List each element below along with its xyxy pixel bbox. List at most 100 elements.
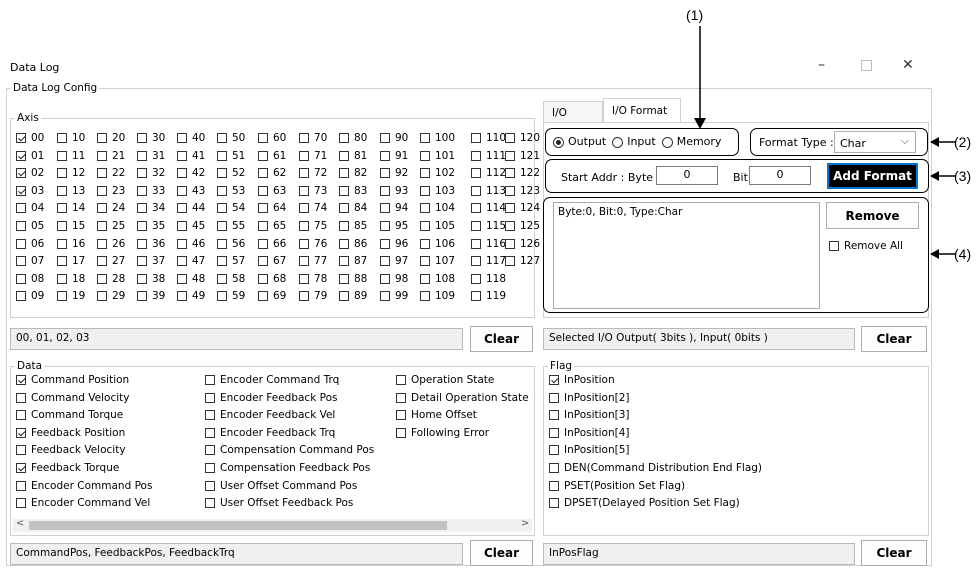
axis-checkbox-125[interactable]: 125: [505, 220, 540, 232]
axis-checkbox-35-box[interactable]: [137, 221, 147, 231]
axis-checkbox-120[interactable]: 120: [505, 132, 540, 144]
flag-checkbox-inposition[interactable]: InPosition: [549, 374, 615, 387]
axis-checkbox-27-box[interactable]: [97, 256, 107, 267]
axis-checkbox-90[interactable]: 90: [380, 132, 408, 144]
axis-checkbox-64[interactable]: 64: [258, 202, 286, 214]
scroll-right-icon[interactable]: >: [521, 518, 529, 529]
axis-checkbox-101-box[interactable]: [420, 150, 430, 161]
flag-checkbox-inposition-5[interactable]: InPosition[5]: [549, 444, 630, 457]
axis-checkbox-66[interactable]: 66: [258, 238, 286, 250]
axis-checkbox-03[interactable]: 03: [16, 185, 44, 197]
axis-checkbox-118-box[interactable]: [471, 273, 481, 284]
axis-checkbox-36[interactable]: 36: [137, 238, 165, 250]
axis-checkbox-70[interactable]: 70: [299, 132, 327, 144]
data-checkbox-following-error[interactable]: Following Error: [396, 427, 489, 440]
axis-checkbox-60-box[interactable]: [258, 133, 268, 143]
axis-checkbox-32-box[interactable]: [137, 168, 147, 179]
axis-checkbox-106[interactable]: 106: [420, 238, 455, 250]
axis-checkbox-71[interactable]: 71: [299, 150, 327, 162]
axis-checkbox-28[interactable]: 28: [97, 273, 125, 285]
axis-checkbox-47[interactable]: 47: [177, 255, 205, 267]
data-checkbox-compensation-command-pos-box[interactable]: [205, 445, 215, 456]
axis-checkbox-125-box[interactable]: [505, 221, 515, 231]
axis-checkbox-19-box[interactable]: [57, 291, 67, 302]
data-checkbox-detail-operation-state[interactable]: Detail Operation State: [396, 392, 529, 405]
axis-checkbox-29-box[interactable]: [97, 291, 107, 302]
axis-checkbox-126-box[interactable]: [505, 238, 515, 249]
data-checkbox-encoder-command-pos[interactable]: Encoder Command Pos: [16, 480, 152, 493]
data-checkbox-user-offset-feedback-pos-box[interactable]: [205, 498, 215, 509]
axis-checkbox-41-box[interactable]: [177, 150, 187, 161]
axis-checkbox-73[interactable]: 73: [299, 185, 327, 197]
axis-checkbox-40[interactable]: 40: [177, 132, 205, 144]
data-checkbox-encoder-feedback-vel[interactable]: Encoder Feedback Vel: [205, 409, 335, 422]
data-checkbox-feedback-torque-box[interactable]: [16, 463, 26, 473]
axis-checkbox-02[interactable]: 02: [16, 167, 44, 179]
axis-checkbox-77-box[interactable]: [299, 256, 309, 267]
data-checkbox-compensation-feedback-pos-box[interactable]: [205, 463, 215, 473]
flag-checkbox-den-command-distribution-end-flag[interactable]: DEN(Command Distribution End Flag): [549, 462, 762, 475]
axis-checkbox-99[interactable]: 99: [380, 290, 408, 302]
axis-checkbox-05-box[interactable]: [16, 221, 26, 231]
axis-checkbox-120-box[interactable]: [505, 133, 515, 143]
radio-memory-circle[interactable]: [661, 136, 673, 148]
tab-io[interactable]: I/O: [543, 101, 603, 122]
axis-checkbox-07[interactable]: 07: [16, 255, 44, 267]
axis-checkbox-17[interactable]: 17: [57, 255, 85, 267]
axis-checkbox-69[interactable]: 69: [258, 290, 286, 302]
axis-checkbox-67[interactable]: 67: [258, 255, 286, 267]
data-checkbox-encoder-command-trq-box[interactable]: [205, 375, 215, 385]
axis-checkbox-82-box[interactable]: [339, 168, 349, 179]
data-checkbox-operation-state[interactable]: Operation State: [396, 374, 494, 387]
axis-checkbox-62[interactable]: 62: [258, 167, 286, 179]
axis-checkbox-00-box[interactable]: [16, 133, 26, 143]
maximize-button[interactable]: □: [860, 57, 873, 73]
axis-checkbox-33-box[interactable]: [137, 185, 147, 196]
axis-checkbox-18[interactable]: 18: [57, 273, 85, 285]
axis-checkbox-124-box[interactable]: [505, 203, 515, 214]
axis-checkbox-93-box[interactable]: [380, 185, 390, 196]
axis-checkbox-75-box[interactable]: [299, 221, 309, 231]
axis-checkbox-50-box[interactable]: [217, 133, 227, 143]
axis-checkbox-63-box[interactable]: [258, 185, 268, 196]
axis-checkbox-15-box[interactable]: [57, 221, 67, 231]
axis-checkbox-26-box[interactable]: [97, 238, 107, 249]
axis-checkbox-57[interactable]: 57: [217, 255, 245, 267]
axis-checkbox-42-box[interactable]: [177, 168, 187, 179]
axis-checkbox-86[interactable]: 86: [339, 238, 367, 250]
axis-checkbox-117-box[interactable]: [471, 256, 481, 267]
flag-checkbox-inposition-box[interactable]: [549, 375, 559, 385]
data-checkbox-home-offset-box[interactable]: [396, 410, 406, 421]
axis-checkbox-11-box[interactable]: [57, 150, 67, 161]
data-checkbox-home-offset[interactable]: Home Offset: [396, 409, 477, 422]
axis-checkbox-49-box[interactable]: [177, 291, 187, 302]
data-checkbox-operation-state-box[interactable]: [396, 375, 406, 385]
data-checkbox-encoder-command-vel[interactable]: Encoder Command Vel: [16, 497, 150, 510]
axis-checkbox-122[interactable]: 122: [505, 167, 540, 179]
axis-checkbox-61-box[interactable]: [258, 150, 268, 161]
axis-checkbox-25-box[interactable]: [97, 221, 107, 231]
axis-checkbox-103-box[interactable]: [420, 185, 430, 196]
axis-checkbox-94-box[interactable]: [380, 203, 390, 214]
axis-checkbox-10-box[interactable]: [57, 133, 67, 143]
flag-checkbox-inposition-4[interactable]: InPosition[4]: [549, 427, 630, 440]
data-checkbox-encoder-feedback-pos-box[interactable]: [205, 392, 215, 403]
axis-checkbox-53[interactable]: 53: [217, 185, 245, 197]
axis-checkbox-53-box[interactable]: [217, 185, 227, 196]
axis-checkbox-03-box[interactable]: [16, 185, 26, 196]
axis-checkbox-23[interactable]: 23: [97, 185, 125, 197]
axis-checkbox-49[interactable]: 49: [177, 290, 205, 302]
axis-checkbox-61[interactable]: 61: [258, 150, 286, 162]
axis-checkbox-104[interactable]: 104: [420, 202, 455, 214]
axis-checkbox-40-box[interactable]: [177, 133, 187, 143]
axis-checkbox-21[interactable]: 21: [97, 150, 125, 162]
axis-checkbox-08[interactable]: 08: [16, 273, 44, 285]
axis-checkbox-30[interactable]: 30: [137, 132, 165, 144]
axis-checkbox-119-box[interactable]: [471, 291, 481, 302]
axis-checkbox-48[interactable]: 48: [177, 273, 205, 285]
axis-checkbox-123-box[interactable]: [505, 185, 515, 196]
axis-checkbox-18-box[interactable]: [57, 273, 67, 284]
axis-checkbox-37[interactable]: 37: [137, 255, 165, 267]
axis-checkbox-19[interactable]: 19: [57, 290, 85, 302]
axis-checkbox-88-box[interactable]: [339, 273, 349, 284]
